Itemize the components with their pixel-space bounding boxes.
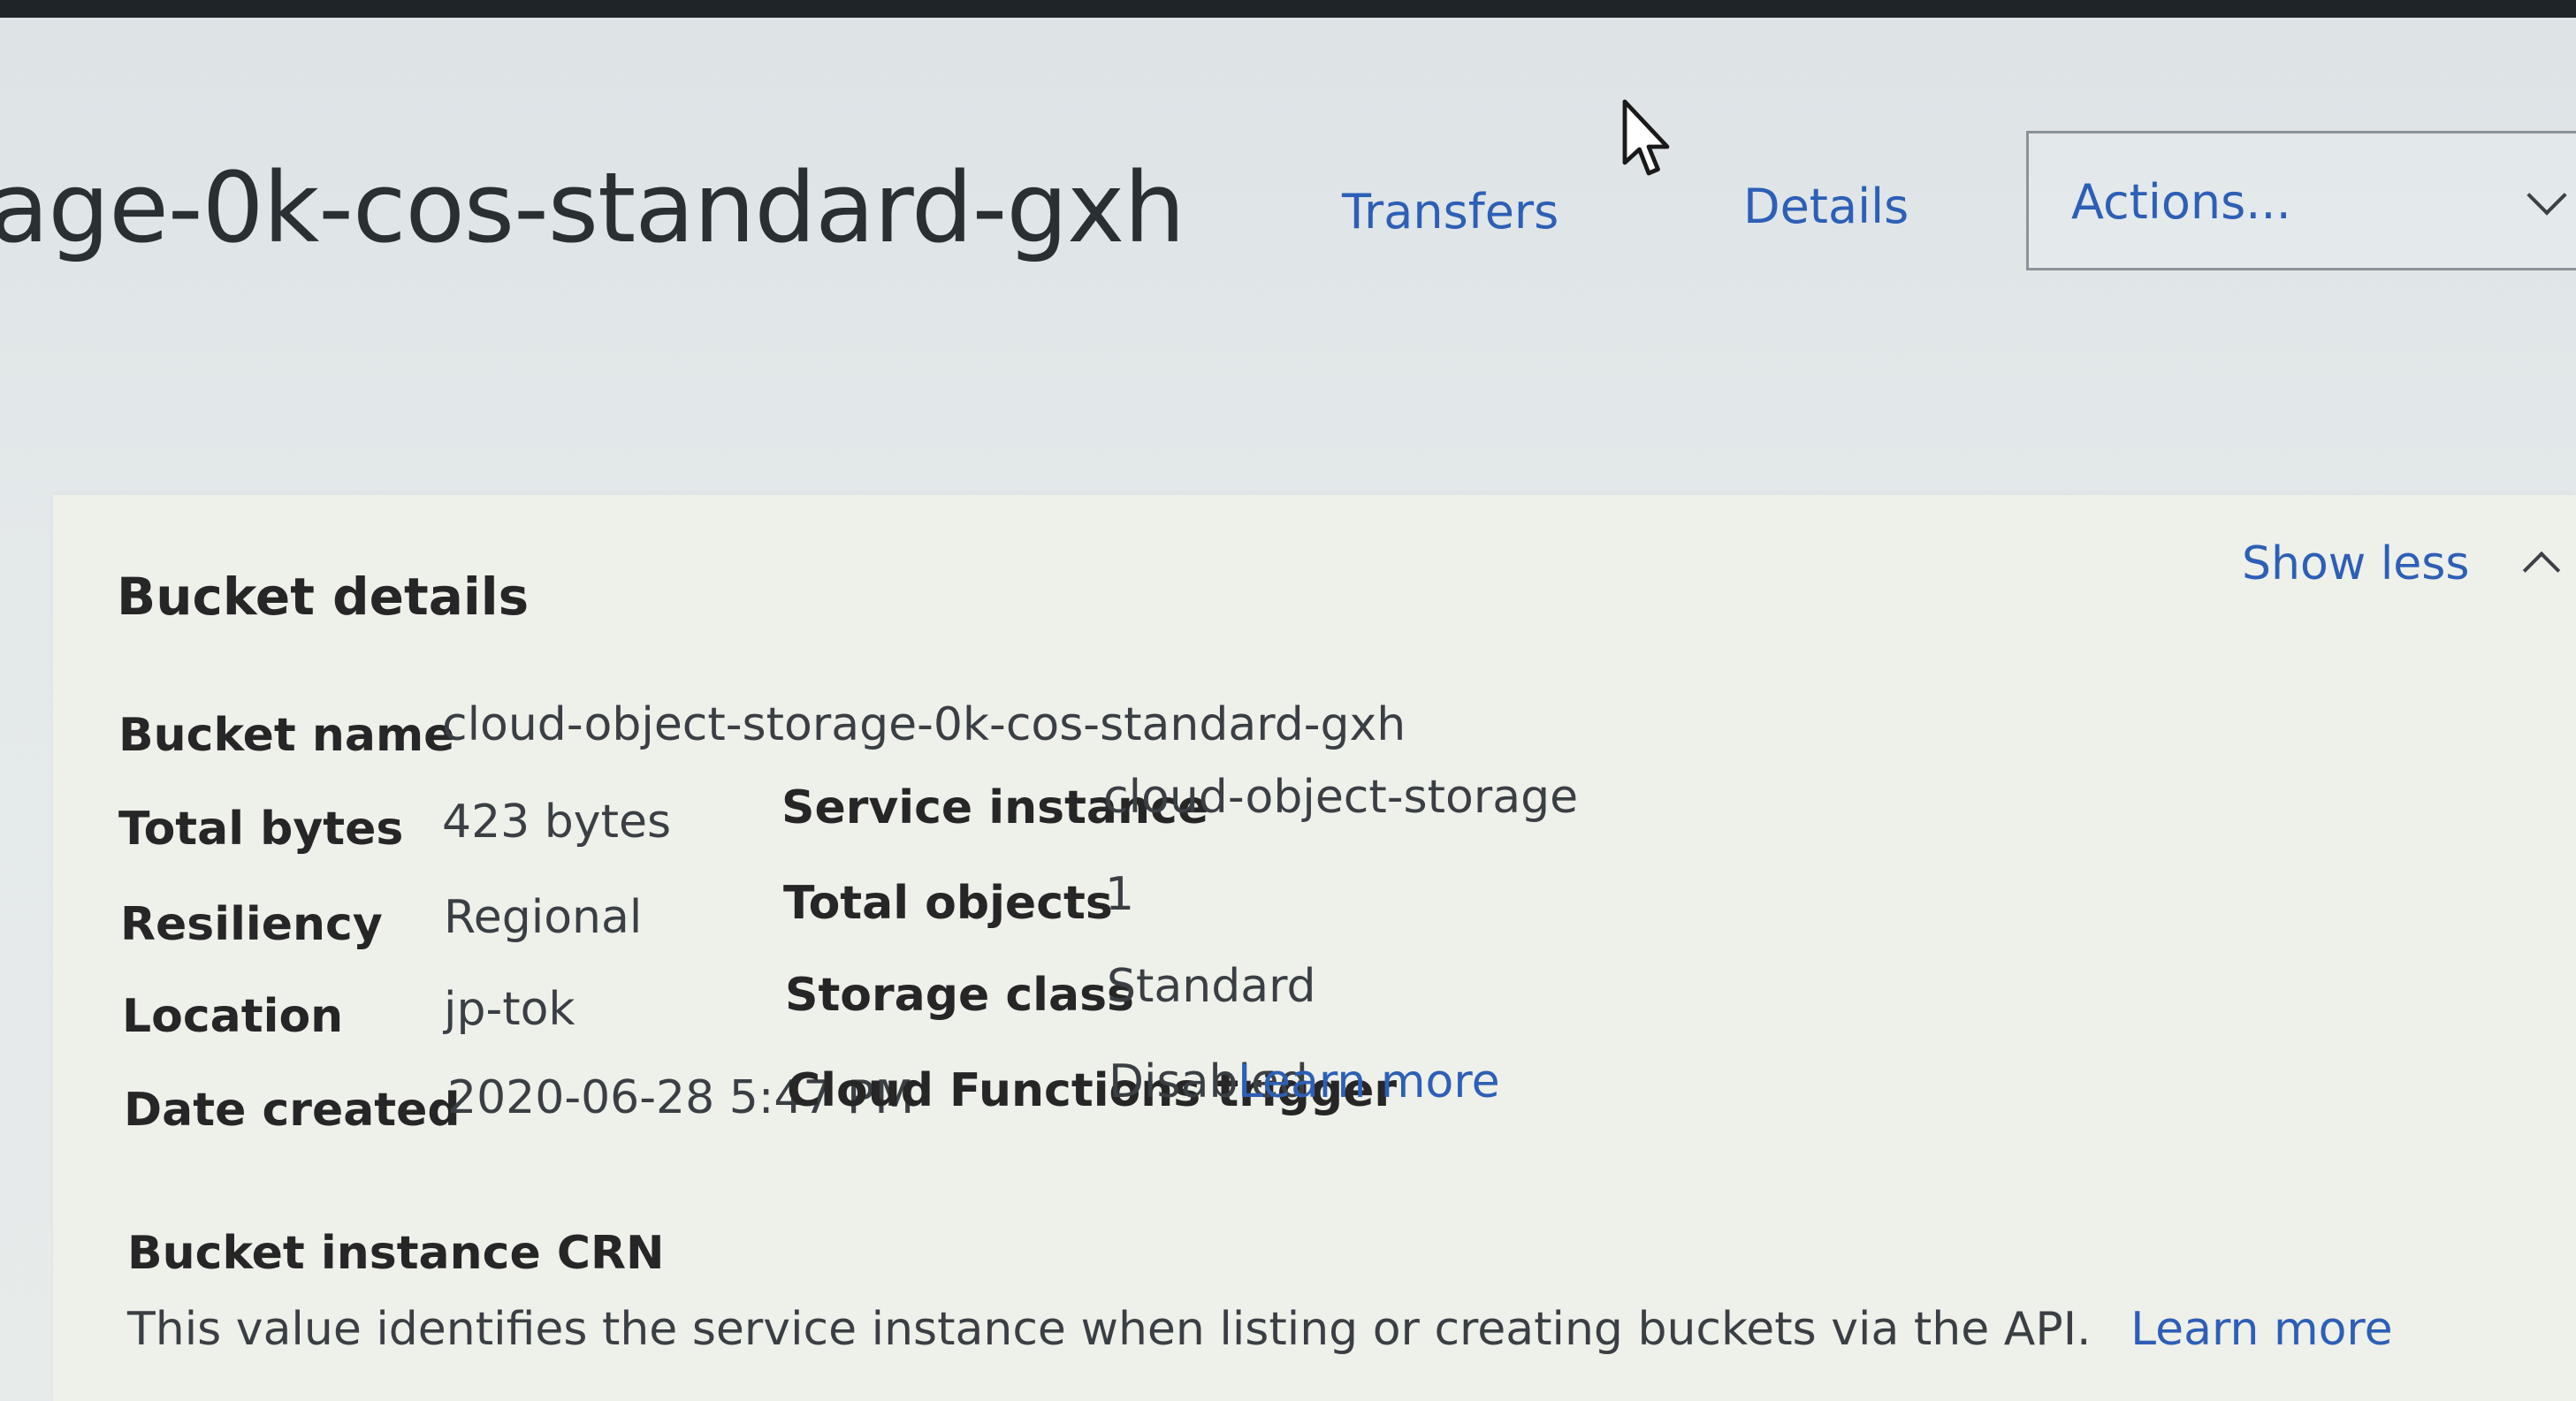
location-label: Location [122, 990, 344, 1043]
page-title: age-0k-cos-standard-gxh [0, 151, 1185, 264]
total-bytes-label: Total bytes [118, 803, 404, 856]
total-bytes-value: 423 bytes [442, 796, 672, 849]
bucket-details-panel: Bucket details Show less Bucket name clo… [53, 495, 2576, 1401]
page-header: age-0k-cos-standard-gxh Transfers Detail… [0, 18, 2576, 495]
details-link[interactable]: Details [1743, 179, 1909, 235]
actions-dropdown[interactable]: Actions... [2026, 131, 2576, 270]
storage-class-label: Storage class [785, 969, 1135, 1022]
show-less-button[interactable]: Show less [2242, 536, 2469, 592]
bucket-instance-crn-description: This value identifies the service instan… [127, 1301, 2393, 1358]
crn-description-text: This value identifies the service instan… [127, 1303, 2092, 1356]
crn-learn-more-link[interactable]: Learn more [2130, 1303, 2393, 1356]
cloud-functions-learn-more-link[interactable]: Learn more [1238, 1054, 1500, 1110]
location-value: jp-tok [444, 983, 575, 1036]
bucket-name-label: Bucket name [118, 709, 455, 762]
panel-title: Bucket details [117, 567, 530, 627]
storage-class-value: Standard [1107, 960, 1316, 1013]
top-bar [0, 0, 2576, 18]
service-instance-value: cloud-object-storage [1103, 771, 1579, 824]
transfers-link[interactable]: Transfers [1342, 184, 1559, 240]
chevron-down-icon [2526, 175, 2567, 216]
bucket-instance-crn-title: Bucket instance CRN [127, 1227, 665, 1280]
actions-dropdown-label: Actions... [2071, 174, 2291, 230]
total-objects-label: Total objects [783, 877, 1113, 930]
resiliency-label: Resiliency [120, 898, 383, 951]
date-created-label: Date created [124, 1084, 461, 1137]
total-objects-value: 1 [1105, 868, 1135, 921]
chevron-up-icon[interactable] [2522, 551, 2561, 590]
resiliency-value: Regional [444, 891, 643, 944]
bucket-name-value: cloud-object-storage-0k-cos-standard-gxh [442, 698, 1406, 751]
mouse-pointer-icon [1622, 99, 1670, 176]
